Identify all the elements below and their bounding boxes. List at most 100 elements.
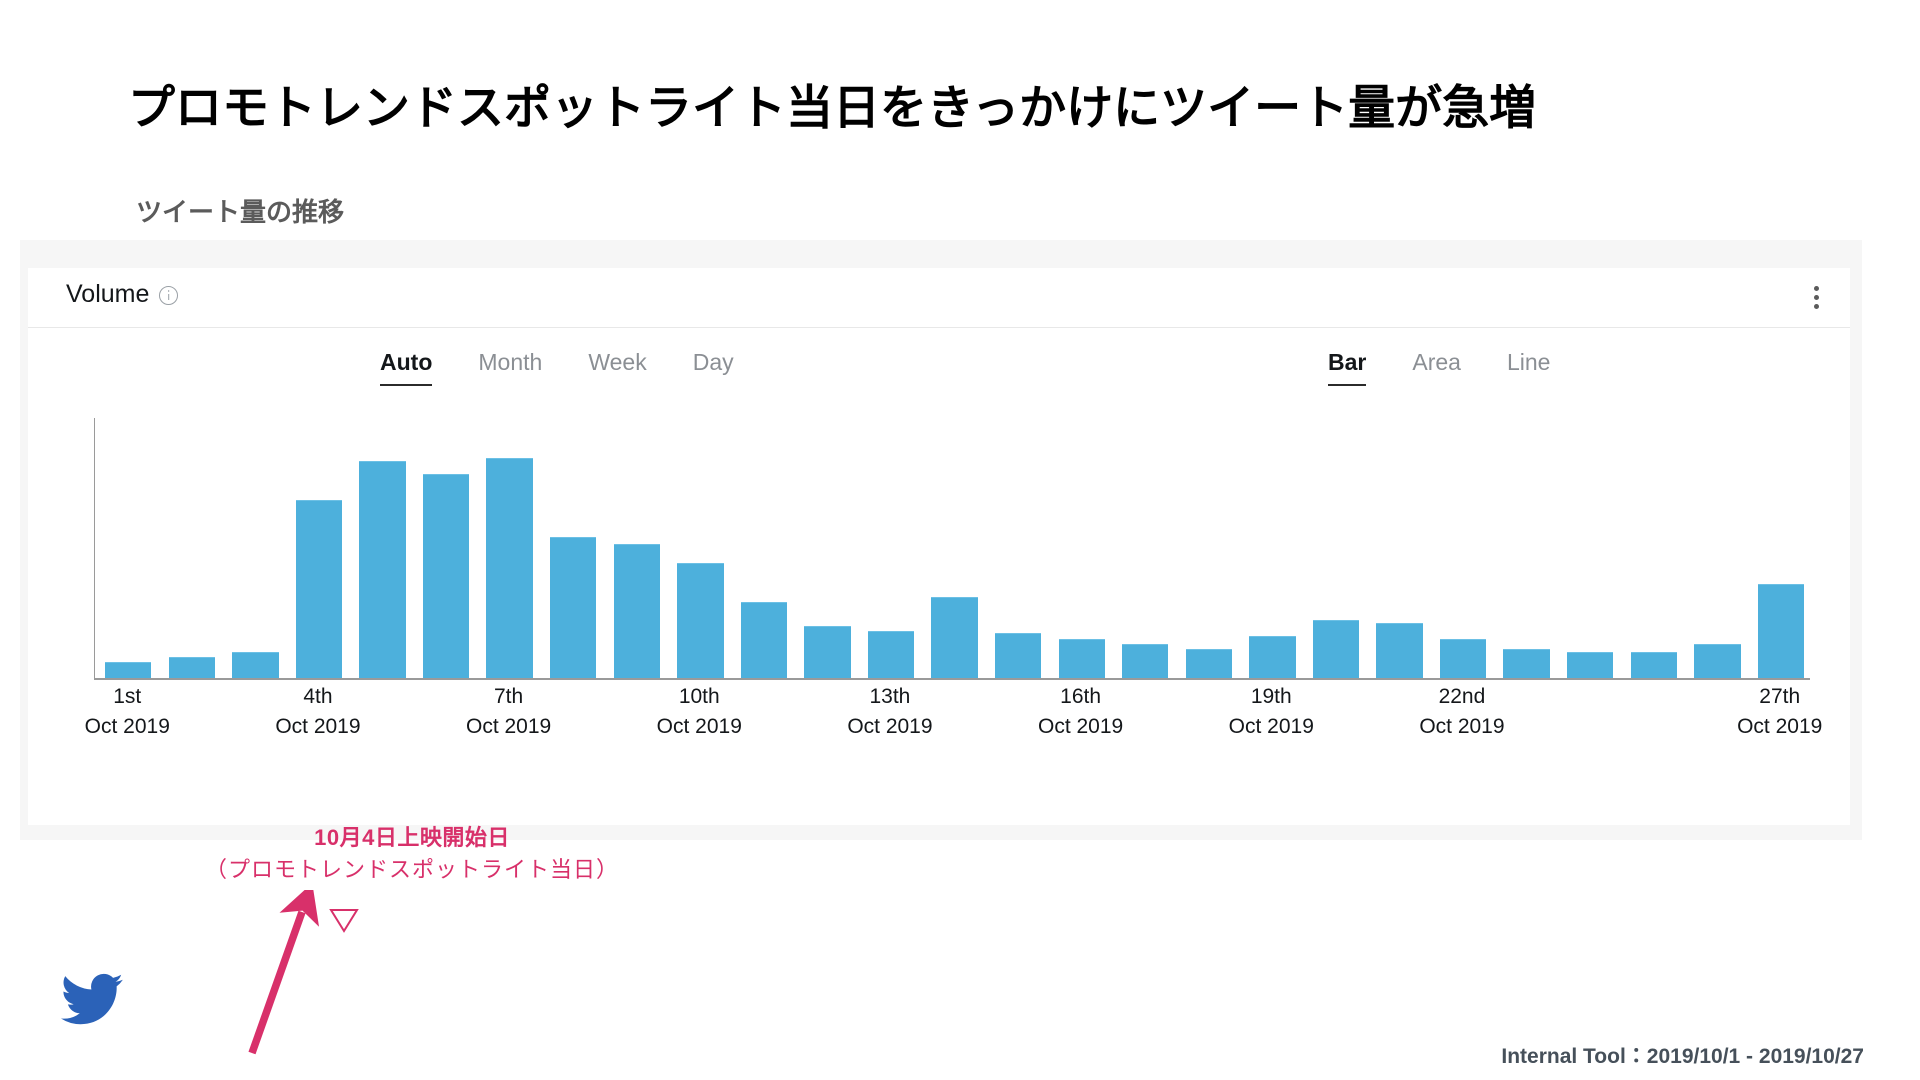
bar-slot	[97, 416, 161, 678]
x-tick-label: 10th Oct 2019	[657, 682, 742, 743]
bar[interactable]	[804, 625, 851, 678]
up-arrow-annotation-icon	[248, 890, 320, 1055]
tab-day[interactable]: Day	[693, 349, 734, 384]
bar-slot	[1622, 416, 1686, 678]
bar[interactable]	[1122, 643, 1169, 678]
bar-slot	[287, 416, 351, 678]
x-tick-month: Oct 2019	[1419, 715, 1505, 739]
card-header: Volume	[28, 268, 1850, 328]
bar[interactable]	[105, 662, 152, 678]
x-tick-label: 19th Oct 2019	[1229, 682, 1314, 743]
info-circle-icon[interactable]	[159, 286, 179, 305]
x-tick-month: Oct 2019	[1737, 715, 1823, 739]
bar-slot	[796, 416, 860, 678]
bar[interactable]	[613, 544, 660, 678]
bar[interactable]	[1376, 622, 1423, 678]
bar[interactable]	[1567, 651, 1614, 678]
bar[interactable]	[422, 473, 470, 678]
bar-slot	[1114, 416, 1178, 678]
x-tick-label: 27th Oct 2019	[1737, 682, 1822, 743]
x-tick-label: 13th Oct 2019	[847, 682, 932, 743]
bar-slot	[1177, 416, 1241, 678]
bar[interactable]	[295, 499, 343, 678]
annotation-text-block: 10月4日上映開始日 （プロモトレンドスポットライト当日）	[132, 822, 692, 886]
bar-slot	[160, 416, 224, 678]
card-title: Volume	[66, 280, 150, 308]
twitter-bird-logo	[61, 973, 123, 1025]
tab-area[interactable]: Area	[1412, 349, 1461, 384]
bar[interactable]	[232, 651, 279, 678]
bar-slot	[732, 416, 796, 678]
bar-slot	[923, 416, 987, 678]
x-tick-label: 4th Oct 2019	[275, 682, 360, 743]
bar[interactable]	[1630, 651, 1677, 678]
bar[interactable]	[168, 657, 216, 678]
x-tick-label: 1st Oct 2019	[85, 682, 170, 743]
bar[interactable]	[1185, 649, 1233, 678]
bar[interactable]	[486, 457, 533, 678]
bar[interactable]	[994, 633, 1042, 678]
footer-note: Internal Tool：2019/10/1 - 2019/10/27	[1501, 1045, 1864, 1068]
interval-tab-group: Auto Month Week Day	[380, 349, 734, 387]
kebab-dot	[1813, 295, 1819, 300]
x-tick-day: 10th	[678, 685, 720, 708]
bar[interactable]	[1694, 643, 1741, 678]
bar[interactable]	[550, 536, 597, 678]
page-subtitle: ツイート量の推移	[136, 197, 345, 227]
bar[interactable]	[740, 602, 788, 678]
x-tick-month: Oct 2019	[84, 715, 170, 739]
x-tick-month: Oct 2019	[1228, 715, 1314, 739]
x-tick-month: Oct 2019	[847, 715, 933, 739]
bar[interactable]	[359, 460, 406, 678]
bar[interactable]	[931, 596, 978, 678]
bar-slot	[669, 416, 733, 678]
kebab-dot	[1813, 286, 1819, 291]
tab-month[interactable]: Month	[478, 349, 542, 384]
tab-week[interactable]: Week	[588, 349, 646, 384]
tab-bar[interactable]: Bar	[1328, 349, 1367, 387]
x-tick-day: 1st	[113, 685, 142, 708]
x-tick-day: 4th	[303, 685, 333, 708]
tab-line[interactable]: Line	[1507, 349, 1550, 384]
bar[interactable]	[1757, 583, 1805, 678]
x-axis-labels: 1st Oct 2019 4th Oct 2019 7th Oct 2019 10th Oct…	[85, 682, 1823, 762]
kebab-dot	[1813, 304, 1819, 309]
x-tick-label: 7th Oct 2019	[466, 682, 551, 743]
slide-root: プロモトレンドスポットライト当日をきっかけにツイート量が急増 ツイート量の推移 …	[0, 0, 1920, 1080]
x-tick-label: 22nd Oct 2019	[1419, 682, 1504, 743]
bar-slot	[1368, 416, 1432, 678]
tab-auto[interactable]: Auto	[380, 349, 433, 387]
bar[interactable]	[1312, 620, 1360, 678]
x-tick-day: 13th	[869, 685, 911, 708]
bar[interactable]	[1439, 638, 1487, 678]
bar-slot	[1431, 416, 1495, 678]
tabs-row: Auto Month Week Day Bar Area Line	[28, 328, 1850, 390]
bar-slot	[1050, 416, 1114, 678]
bar-slot	[1686, 416, 1750, 678]
bar-slot	[986, 416, 1050, 678]
chart-plot-area: 1st Oct 2019 4th Oct 2019 7th Oct 2019 10th Oct…	[28, 390, 1850, 1055]
x-tick-day: 19th	[1250, 685, 1292, 708]
bar-slot	[478, 416, 542, 678]
x-tick-day: 22nd	[1438, 685, 1486, 708]
bar-slot	[224, 416, 288, 678]
x-tick-day: 7th	[494, 685, 524, 708]
bar[interactable]	[1249, 636, 1296, 678]
x-tick-month: Oct 2019	[275, 715, 361, 739]
x-tick-label: 16th Oct 2019	[1038, 682, 1123, 743]
bar-slot	[1749, 416, 1813, 678]
annotation-line-1: 10月4日上映開始日	[314, 825, 510, 850]
annotation-line-2: （プロモトレンドスポットライト当日）	[204, 856, 619, 882]
bar[interactable]	[1058, 638, 1105, 678]
bar-slot	[859, 416, 923, 678]
bar-slot	[541, 416, 605, 678]
chart-frame: Volume Auto Month Week Day Bar Area Line 1st O…	[20, 240, 1862, 1055]
bar-slot	[414, 416, 478, 678]
card-title-wrap: Volume	[66, 280, 179, 308]
bar[interactable]	[677, 562, 724, 678]
x-tick-month: Oct 2019	[1037, 715, 1124, 739]
bar-slot	[605, 416, 669, 678]
bar[interactable]	[1503, 649, 1550, 678]
kebab-menu-icon[interactable]	[1804, 286, 1828, 312]
bar[interactable]	[867, 630, 915, 678]
